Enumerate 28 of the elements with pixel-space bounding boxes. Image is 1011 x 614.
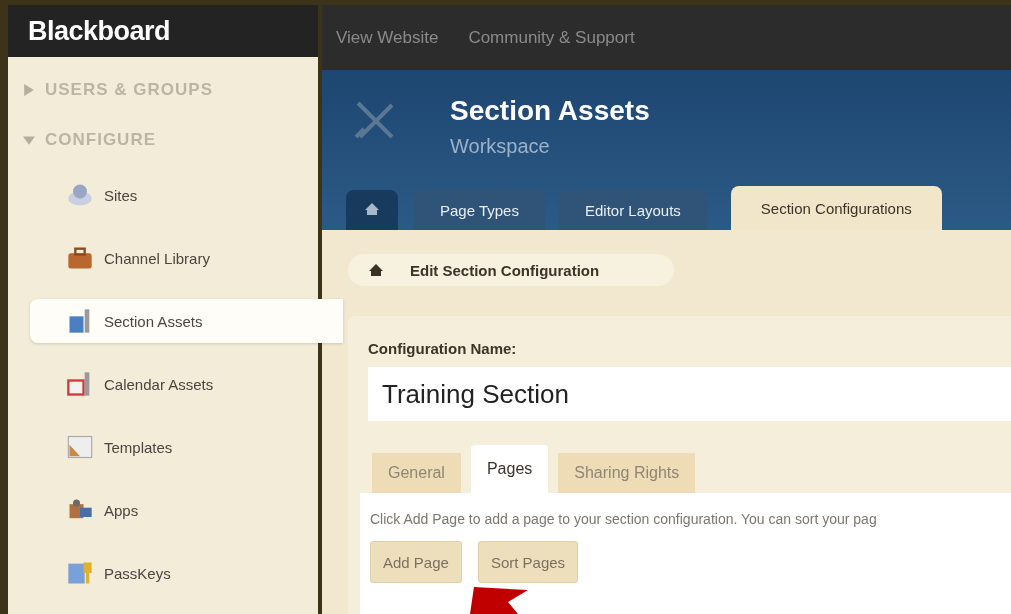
- nav-link[interactable]: View Website: [336, 27, 439, 48]
- action-button[interactable]: Add Page: [370, 541, 462, 583]
- image-icon: [66, 433, 94, 461]
- home-icon[interactable]: [368, 262, 384, 278]
- home-icon: [364, 200, 380, 217]
- nav-link[interactable]: Community & Support: [468, 27, 635, 48]
- logo-text: Blackboard: [28, 15, 171, 47]
- tab[interactable]: Section Configurations: [730, 186, 942, 230]
- expanded-icon: [23, 134, 35, 146]
- field-label: Configuration Name:: [368, 340, 518, 357]
- sidebar-item[interactable]: Sites: [30, 173, 318, 217]
- page-title: Section Assets: [450, 95, 650, 127]
- sidebar-item[interactable]: Calendar Assets: [30, 362, 318, 406]
- tab[interactable]: Editor Layouts: [558, 190, 707, 230]
- collapsed-icon: [23, 84, 35, 96]
- page-subtitle: Workspace: [450, 135, 551, 158]
- tab[interactable]: Pages: [470, 445, 549, 493]
- sidebar-item[interactable]: PassKeys: [30, 551, 318, 595]
- home-tab[interactable]: [346, 190, 398, 230]
- sidebar-item[interactable]: Apps: [30, 488, 318, 532]
- description: Click Add Page to add a page to your section configuration. You can sort your pag: [370, 511, 878, 527]
- action-button[interactable]: Sort Pages: [477, 541, 579, 583]
- input-field[interactable]: Training Section: [368, 367, 1011, 421]
- sidebar-item[interactable]: Templates: [30, 425, 318, 469]
- breadcrumb: Edit Section Configuration: [410, 261, 600, 279]
- sidebar-item[interactable]: Channel Library: [30, 236, 318, 280]
- sidebar-item[interactable]: Section Assets: [30, 299, 343, 343]
- tab[interactable]: Page Types: [414, 190, 545, 230]
